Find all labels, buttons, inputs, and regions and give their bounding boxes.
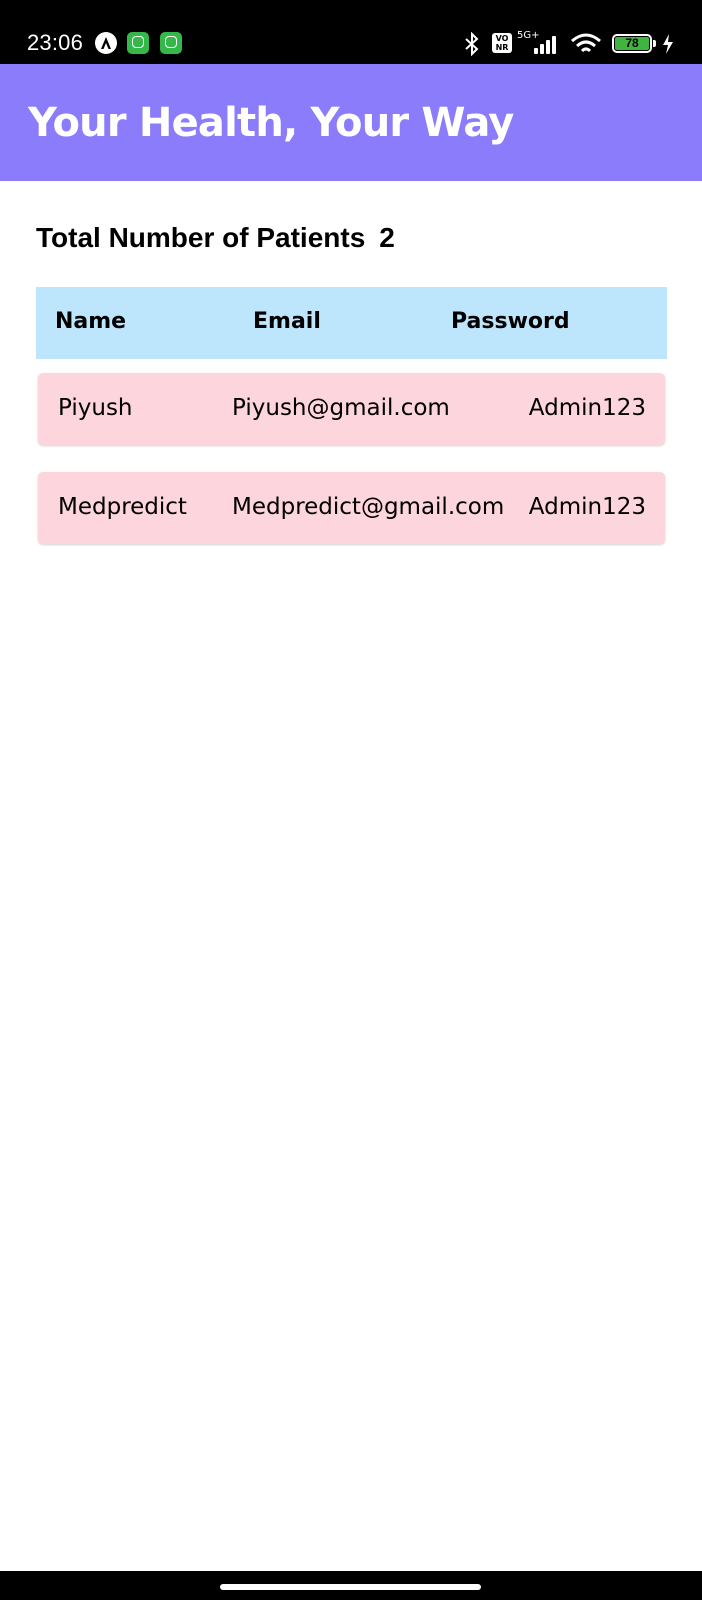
header-email: Email <box>253 309 321 334</box>
header-password: Password <box>451 309 570 334</box>
cell-email: Piyush@gmail.com <box>232 395 450 421</box>
header-name: Name <box>55 309 127 334</box>
cell-name: Medpredict <box>58 494 187 520</box>
patients-summary: Total Number of Patients 2 <box>36 222 395 254</box>
app-icon <box>160 32 182 54</box>
summary-label: Total Number of Patients <box>36 222 366 253</box>
cell-email: Medpredict@gmail.com <box>232 494 505 520</box>
navigation-bar <box>0 1571 702 1600</box>
table-row[interactable]: Piyush Piyush@gmail.com Admin123 <box>38 373 665 445</box>
status-bar: 23:06 VO NR 5G+ 78 <box>0 0 702 64</box>
app-title: Your Health, Your Way <box>28 100 514 146</box>
volte-icon: VO NR <box>492 33 512 53</box>
home-gesture-handle[interactable] <box>220 1584 481 1590</box>
app-bar: Your Health, Your Way <box>0 64 702 181</box>
wifi-icon <box>570 32 602 60</box>
app-icon <box>127 32 149 54</box>
cell-password: Admin123 <box>528 395 646 421</box>
status-time: 23:06 <box>27 30 84 55</box>
battery-level: 78 <box>615 37 649 50</box>
cell-password: Admin123 <box>528 494 646 520</box>
bluetooth-icon <box>462 31 482 60</box>
signal-icon <box>530 34 560 54</box>
table-header: Name Email Password <box>36 287 667 359</box>
table-row[interactable]: Medpredict Medpredict@gmail.com Admin123 <box>38 472 665 544</box>
charging-icon <box>662 34 674 58</box>
android-icon <box>95 32 117 54</box>
battery-icon: 78 <box>612 34 656 53</box>
patients-count: 2 <box>379 222 395 253</box>
cell-name: Piyush <box>58 395 133 421</box>
